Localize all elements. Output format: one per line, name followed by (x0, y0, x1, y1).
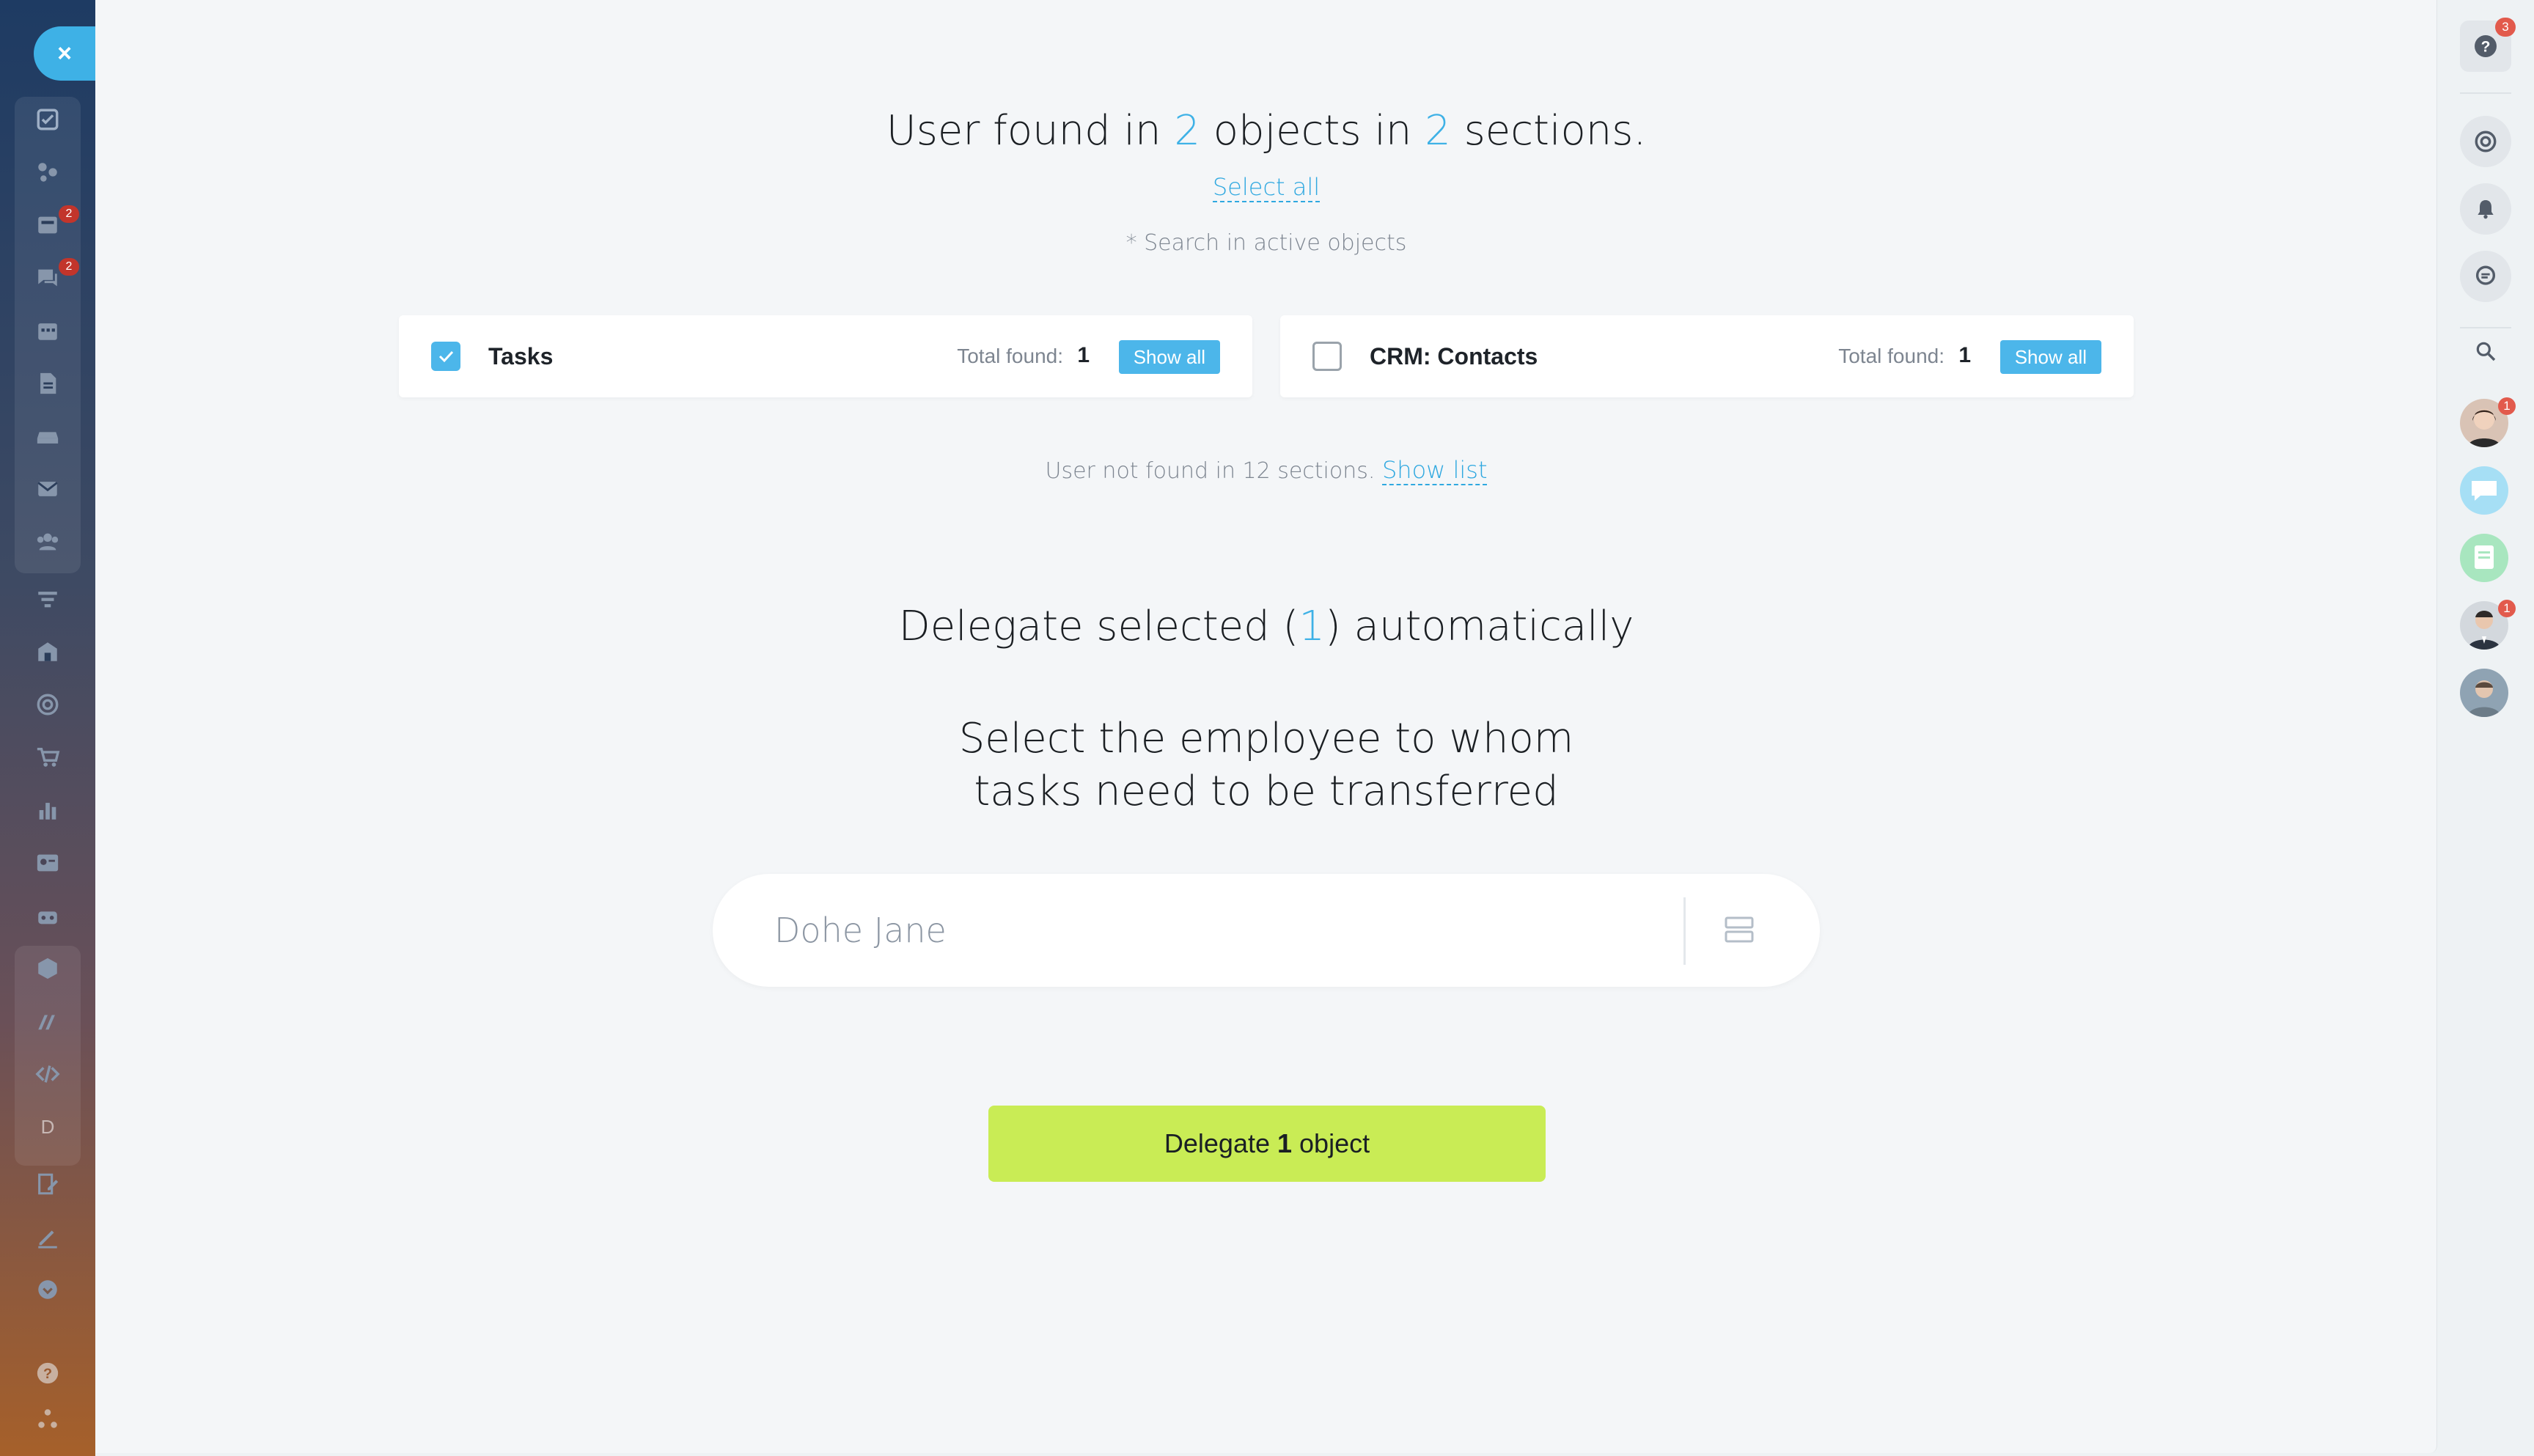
filter-icon[interactable] (32, 584, 63, 614)
select-all-row: Select all (95, 173, 2437, 202)
more-icon[interactable] (32, 1274, 63, 1305)
chat-avatar-icon[interactable] (2460, 466, 2508, 515)
robot-icon[interactable] (32, 900, 63, 931)
section-card-tasks: Tasks Total found: 1 Show all (399, 315, 1252, 397)
headline-suffix: sections. (1450, 107, 1647, 155)
page-title: User found in 2 objects in 2 sections. (95, 107, 2437, 155)
selected-count: 1 (1299, 603, 1325, 650)
bell-icon[interactable] (2460, 183, 2511, 235)
delegate-button-count: 1 (1277, 1128, 1293, 1158)
svg-text:?: ? (43, 1366, 52, 1382)
delegate-button[interactable]: Delegate 1 object (988, 1106, 1546, 1182)
total-found-count: 1 (1958, 343, 1971, 367)
headline-prefix: User found in (886, 107, 1175, 155)
total-found-label: Total found: (1838, 345, 1944, 367)
notes-avatar-icon[interactable] (2460, 534, 2508, 582)
delegate-title-suffix: ) automatically (1324, 603, 1634, 650)
employee-field[interactable]: Dohe Jane (713, 874, 1820, 987)
show-list-link[interactable]: Show list (1381, 456, 1488, 485)
pen-icon[interactable] (32, 1221, 63, 1252)
sign-icon[interactable] (32, 1169, 63, 1199)
sidebar-item-d[interactable]: D (32, 1111, 63, 1142)
select-employee-line2: tasks need to be transferred (974, 768, 1559, 815)
feed-icon[interactable] (32, 157, 63, 188)
analytics-icon[interactable] (32, 795, 63, 826)
brand-icon[interactable] (32, 1006, 63, 1037)
documents-icon[interactable] (32, 368, 63, 399)
search-note: * Search in active objects (1125, 230, 1407, 256)
avatar-badge: 1 (2498, 600, 2516, 617)
delegate-title-prefix: Delegate selected ( (898, 603, 1299, 650)
employee-field-value: Dohe Jane (774, 911, 947, 950)
search-icon[interactable] (2460, 326, 2511, 377)
avatar-badge: 1 (2498, 397, 2516, 415)
not-found-text: User not found in 12 sections. (1045, 458, 1382, 484)
groups-icon[interactable] (32, 526, 63, 557)
section-card-crm-contacts: CRM: Contacts Total found: 1 Show all (1280, 315, 2134, 397)
cart-icon[interactable] (32, 742, 63, 773)
right-sidebar-divider (2460, 92, 2511, 94)
select-employee-line1: Select the employee to whom (958, 715, 1574, 762)
chat-bubble-icon[interactable] (2460, 251, 2511, 302)
show-all-button[interactable]: Show all (1999, 340, 2101, 374)
close-icon[interactable]: × (34, 26, 95, 81)
store-icon[interactable] (32, 636, 63, 667)
code-icon[interactable] (32, 1059, 63, 1089)
total-found-count: 1 (1077, 343, 1090, 367)
avatar[interactable] (2460, 669, 2508, 717)
right-sidebar: ? 3 1 1 (2438, 0, 2534, 1456)
delegate-title: Delegate selected (1) automatically (95, 603, 2437, 650)
tasks-icon[interactable] (32, 104, 63, 135)
at-mention-icon[interactable] (2460, 116, 2511, 167)
delegate-button-suffix: object (1292, 1128, 1370, 1158)
main-panel: User found in 2 objects in 2 sections. S… (95, 0, 2437, 1453)
help-badge: 3 (2495, 18, 2516, 37)
select-all-link[interactable]: Select all (1212, 173, 1321, 202)
objects-count: 2 (1174, 107, 1200, 155)
show-all-button[interactable]: Show all (1118, 340, 1220, 374)
select-employee-heading: Select the employee to whom tasks need t… (95, 713, 2437, 818)
card-title: Tasks (488, 343, 554, 369)
crm-contacts-checkbox[interactable] (1312, 342, 1342, 371)
svg-text:?: ? (2481, 39, 2491, 56)
card-title: CRM: Contacts (1370, 343, 1538, 369)
total-found-label: Total found: (957, 345, 1063, 367)
target-icon[interactable] (32, 689, 63, 720)
delegate-button-prefix: Delegate (1164, 1128, 1277, 1158)
chat-badge: 2 (59, 258, 79, 276)
contact-card-icon[interactable] (32, 848, 63, 878)
employee-field-divider (1683, 897, 1686, 965)
structure-icon[interactable] (1722, 912, 1757, 947)
calendar-icon[interactable] (32, 315, 63, 346)
headline-middle: objects in (1200, 107, 1425, 155)
box-icon[interactable] (32, 953, 63, 984)
inbox-badge: 2 (59, 205, 79, 223)
left-sidebar: × 2 2 D ? (0, 0, 95, 1456)
tasks-checkbox[interactable] (431, 342, 460, 371)
drive-icon[interactable] (32, 421, 63, 452)
mail-icon[interactable] (32, 474, 63, 504)
sidebar-item-d-label: D (40, 1115, 55, 1138)
sitemap-icon[interactable] (32, 1403, 63, 1434)
sections-count: 2 (1425, 107, 1451, 155)
help-icon[interactable]: ? (32, 1358, 63, 1389)
not-found-row: User not found in 12 sections. Show list (95, 456, 2437, 485)
